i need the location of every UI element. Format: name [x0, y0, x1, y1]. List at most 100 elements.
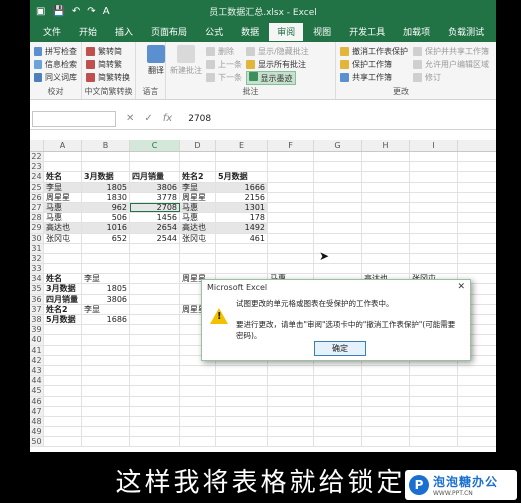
cell-A36[interactable]: 四月销量 — [44, 294, 82, 304]
cell-B40[interactable] — [82, 335, 130, 345]
cell-A26[interactable]: 周星星 — [44, 192, 82, 202]
cell-D26[interactable]: 周星星 — [180, 192, 216, 202]
cell-B44[interactable] — [82, 376, 130, 386]
cell-I28[interactable] — [410, 213, 458, 223]
cell-I29[interactable] — [410, 223, 458, 233]
cell-B33[interactable] — [82, 264, 130, 274]
cell-E49[interactable] — [216, 427, 268, 437]
row-header[interactable]: 33 — [30, 264, 44, 274]
cell-E28[interactable]: 178 — [216, 213, 268, 223]
cell-D31[interactable] — [180, 243, 216, 253]
fx-icon[interactable]: fx — [163, 113, 172, 124]
row-header[interactable]: 47 — [30, 406, 44, 416]
cell-C30[interactable]: 2544 — [130, 233, 180, 243]
cell-G44[interactable] — [314, 376, 362, 386]
cell-A25[interactable]: 李显 — [44, 182, 82, 192]
cell-B47[interactable] — [82, 406, 130, 416]
cell-E30[interactable]: 461 — [216, 233, 268, 243]
cell-B29[interactable]: 1016 — [82, 223, 130, 233]
row-header[interactable]: 44 — [30, 376, 44, 386]
cell-D22[interactable] — [180, 152, 216, 162]
enter-icon[interactable]: ✓ — [144, 113, 152, 124]
cell-A29[interactable]: 高达也 — [44, 223, 82, 233]
row-header[interactable]: 32 — [30, 253, 44, 264]
cell-D30[interactable]: 张冈屯 — [180, 233, 216, 243]
tab-0[interactable]: 文件 — [34, 22, 70, 42]
cell-G49[interactable] — [314, 427, 362, 437]
cell-G43[interactable] — [314, 365, 362, 376]
cell-G48[interactable] — [314, 416, 362, 427]
cell-D43[interactable] — [180, 365, 216, 376]
cell-B36[interactable]: 3806 — [82, 294, 130, 304]
tab-8[interactable]: 开发工具 — [340, 22, 394, 42]
cell-G45[interactable] — [314, 386, 362, 396]
cell-H24[interactable] — [362, 172, 410, 182]
tab-11[interactable]: PDF工具库 — [493, 22, 496, 42]
cell-D24[interactable]: 姓名2 — [180, 172, 216, 182]
share-workbook-button[interactable]: 共享工作簿 — [340, 71, 408, 84]
simp-to-trad-button[interactable]: 简转繁 — [86, 58, 131, 71]
cell-B26[interactable]: 1830 — [82, 192, 130, 202]
toggle-comment-button[interactable]: 显示/隐藏批注 — [246, 45, 309, 58]
cell-B46[interactable] — [82, 396, 130, 406]
row-header[interactable]: 22 — [30, 152, 44, 162]
cell-H28[interactable] — [362, 213, 410, 223]
cell-H27[interactable] — [362, 202, 410, 213]
cell-C49[interactable] — [130, 427, 180, 437]
cell-B50[interactable] — [82, 437, 130, 447]
delete-comment-button[interactable]: 删除 — [206, 45, 242, 58]
cell-G33[interactable] — [314, 264, 362, 274]
cell-I25[interactable] — [410, 182, 458, 192]
cell-D25[interactable]: 李显 — [180, 182, 216, 192]
protect-workbook-button[interactable]: 保护工作簿 — [340, 58, 408, 71]
cell-E27[interactable]: 1301 — [216, 202, 268, 213]
name-box[interactable] — [32, 110, 116, 127]
cell-B32[interactable] — [82, 253, 130, 264]
row-header[interactable]: 26 — [30, 192, 44, 202]
cell-E23[interactable] — [216, 162, 268, 172]
cell-E26[interactable]: 2156 — [216, 192, 268, 202]
cell-B48[interactable] — [82, 416, 130, 427]
dialog-close-icon[interactable]: ✕ — [457, 282, 465, 292]
cell-F43[interactable] — [268, 365, 314, 376]
cell-G28[interactable] — [314, 213, 362, 223]
spell-check-button[interactable]: 拼写检查 — [34, 45, 77, 58]
unprotect-sheet-button[interactable]: 撤消工作表保护 — [340, 45, 408, 58]
cell-C29[interactable]: 2654 — [130, 223, 180, 233]
cell-I43[interactable] — [410, 365, 458, 376]
cell-E24[interactable]: 5月数据 — [216, 172, 268, 182]
row-header[interactable]: 50 — [30, 437, 44, 447]
column-header[interactable]: C — [130, 140, 180, 151]
cell-A35[interactable]: 3月数据 — [44, 284, 82, 294]
row-header[interactable]: 35 — [30, 284, 44, 294]
cell-I45[interactable] — [410, 386, 458, 396]
cell-C26[interactable]: 3778 — [130, 192, 180, 202]
cell-H50[interactable] — [362, 437, 410, 447]
trad-to-simp-button[interactable]: 繁转简 — [86, 45, 131, 58]
cell-A28[interactable]: 马惠 — [44, 213, 82, 223]
cell-D27[interactable]: 马惠 — [180, 202, 216, 213]
cell-C31[interactable] — [130, 243, 180, 253]
cell-B24[interactable]: 3月数据 — [82, 172, 130, 182]
tab-7[interactable]: 视图 — [304, 22, 340, 42]
cell-A39[interactable] — [44, 325, 82, 335]
row-header[interactable]: 31 — [30, 243, 44, 253]
cell-C47[interactable] — [130, 406, 180, 416]
protect-share-button[interactable]: 保护并共享工作簿 — [413, 45, 489, 58]
cell-H29[interactable] — [362, 223, 410, 233]
cell-A40[interactable] — [44, 335, 82, 345]
cell-H23[interactable] — [362, 162, 410, 172]
cell-E25[interactable]: 1666 — [216, 182, 268, 192]
cell-E43[interactable] — [216, 365, 268, 376]
cell-I46[interactable] — [410, 396, 458, 406]
cell-D28[interactable]: 马惠 — [180, 213, 216, 223]
cell-D47[interactable] — [180, 406, 216, 416]
cell-A41[interactable] — [44, 345, 82, 355]
cell-D32[interactable] — [180, 253, 216, 264]
row-header[interactable]: 40 — [30, 335, 44, 345]
cell-F46[interactable] — [268, 396, 314, 406]
cell-A50[interactable] — [44, 437, 82, 447]
cell-H49[interactable] — [362, 427, 410, 437]
formula-input[interactable]: 2708 — [188, 114, 211, 124]
cell-E50[interactable] — [216, 437, 268, 447]
